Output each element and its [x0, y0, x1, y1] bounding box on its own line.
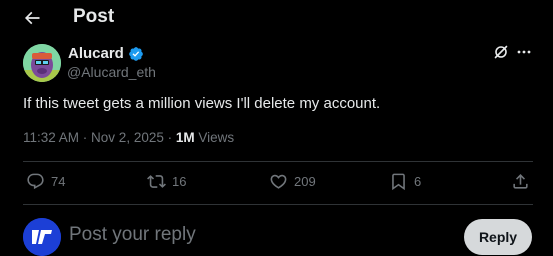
- like-action[interactable]: 209: [269, 172, 316, 191]
- views-label: Views: [194, 130, 235, 145]
- page-title: Post: [73, 6, 115, 27]
- divider: [23, 204, 533, 205]
- reply-icon: [27, 173, 44, 190]
- tweet-date[interactable]: Nov 2, 2025: [91, 130, 164, 145]
- share-icon: [513, 174, 528, 189]
- user-avatar-image: [23, 218, 61, 256]
- verified-badge-icon: [129, 46, 143, 61]
- reply-composer: Reply: [23, 214, 533, 256]
- bookmark-count: 6: [414, 173, 422, 189]
- grok-button[interactable]: [493, 44, 509, 60]
- author-name-text: Alucard: [68, 45, 124, 62]
- back-button[interactable]: [20, 6, 44, 30]
- like-count: 209: [294, 173, 316, 189]
- share-action[interactable]: [511, 172, 530, 191]
- reply-action[interactable]: 74: [26, 172, 65, 191]
- arrow-left-icon: [24, 11, 40, 25]
- meta-separator: ·: [163, 130, 176, 145]
- grok-icon: [494, 45, 508, 59]
- bookmark-icon: [392, 173, 405, 191]
- action-bar: 74 16 209 6: [23, 162, 533, 204]
- more-options-button[interactable]: [516, 44, 532, 60]
- tweet-author: Alucard @Alucard_eth: [23, 44, 533, 84]
- meta-separator: ·: [79, 130, 92, 145]
- more-horizontal-icon: [517, 50, 531, 54]
- user-avatar[interactable]: [23, 218, 61, 256]
- bookmark-action[interactable]: 6: [389, 172, 421, 191]
- avatar-image: [23, 44, 61, 82]
- heart-icon: [270, 174, 287, 189]
- reply-button[interactable]: Reply: [464, 219, 532, 255]
- avatar[interactable]: [23, 44, 61, 82]
- reply-input[interactable]: [69, 224, 449, 246]
- tweet-time[interactable]: 11:32 AM: [23, 130, 79, 145]
- reply-count: 74: [51, 173, 66, 189]
- author-name[interactable]: Alucard: [68, 45, 144, 62]
- page-header: Post: [0, 0, 553, 36]
- author-handle[interactable]: @Alucard_eth: [67, 64, 156, 80]
- repost-count: 16: [172, 173, 187, 189]
- tweet-text: If this tweet gets a million views I'll …: [23, 95, 381, 112]
- repost-action[interactable]: 16: [147, 172, 186, 191]
- views-count: 1M: [175, 130, 195, 145]
- repost-icon: [147, 175, 166, 188]
- tweet-meta: 11:32 AM · Nov 2, 2025 · 1M Views: [23, 130, 234, 146]
